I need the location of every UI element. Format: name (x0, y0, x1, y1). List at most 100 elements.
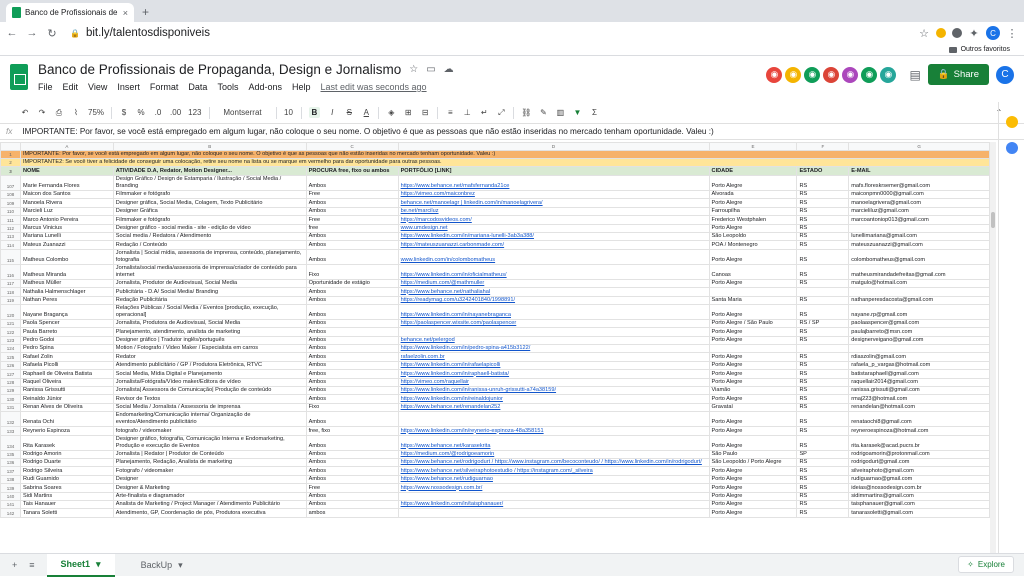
cell[interactable]: sidimmartins@gmail.com (849, 492, 990, 500)
row-number[interactable]: 107 (1, 176, 21, 191)
cell[interactable] (797, 288, 849, 296)
vertical-scrollbar[interactable] (990, 142, 996, 553)
column-header[interactable]: NOME (20, 167, 113, 176)
cell[interactable]: www.linkedin.com/in/colombomatheus (398, 249, 709, 264)
cell[interactable]: lunellimariana@gmail.com (849, 232, 990, 240)
cell[interactable] (709, 288, 797, 296)
cell[interactable]: https://www.linkedin.com/in/rafaelapicol… (398, 361, 709, 369)
cell[interactable]: Tanara Soletti (20, 509, 113, 517)
cell[interactable]: Porto Alegre (709, 492, 797, 500)
doc-title[interactable]: Banco de Profissionais de Propaganda, De… (38, 62, 401, 77)
cell[interactable]: RS (797, 509, 849, 517)
cell[interactable]: Planejamento, atendimento, analista de m… (113, 328, 306, 336)
cell[interactable]: Ambos (306, 353, 398, 361)
column-header[interactable]: PORTFÓLIO [LINK] (398, 167, 709, 176)
row-number[interactable]: 108 (1, 191, 21, 199)
cell[interactable]: Ambos (306, 232, 398, 240)
menu-insert[interactable]: Insert (117, 82, 140, 92)
row-number[interactable]: 128 (1, 378, 21, 386)
row-number[interactable]: 1 (1, 151, 21, 159)
column-header[interactable]: ATIVIDADE D.A, Redator, Motion Designer.… (113, 167, 306, 176)
cell[interactable]: rafaelzolin.com.br (398, 353, 709, 361)
cell[interactable]: Viamão (709, 387, 797, 395)
cell[interactable]: Ambos (306, 207, 398, 215)
column-header[interactable]: E-MAIL (849, 167, 990, 176)
cell[interactable]: Jornalista | Social mídia, assessoria de… (113, 249, 306, 264)
browser-tab[interactable]: Banco de Profissionais de Pro... × (6, 3, 134, 22)
filter-icon[interactable]: ▼ (572, 108, 582, 117)
cell[interactable]: Designer & Marketing (113, 484, 306, 492)
cell[interactable]: Frederico Westphalen (709, 216, 797, 224)
cell[interactable]: RS (797, 475, 849, 483)
column-letter[interactable]: G (849, 143, 990, 151)
cell[interactable]: RS (797, 232, 849, 240)
cell[interactable]: Paula Barreto (20, 328, 113, 336)
important-note[interactable]: IMPORTANTE2: Se você tiver a felicidade … (20, 159, 989, 167)
cell[interactable]: Raquel Oliveira (20, 378, 113, 386)
cell[interactable]: https://www.linkedin.com/in/mariana-lune… (398, 232, 709, 240)
row-number[interactable]: 138 (1, 475, 21, 483)
row-number[interactable]: 2 (1, 159, 21, 167)
formula-bar[interactable]: fx IMPORTANTE: Por favor, se você está e… (0, 124, 1024, 140)
extension-icon[interactable] (936, 28, 946, 38)
italic-button[interactable]: I (327, 108, 337, 117)
cell[interactable]: https://mateuszuanazzi.carbonmade.com/ (398, 241, 709, 249)
cell[interactable]: https://www.behance.net/rodrigodurt / ht… (398, 458, 709, 466)
cell[interactable]: silveiraphoto@gmail.com (849, 467, 990, 475)
functions-icon[interactable]: Σ (589, 108, 599, 117)
cell[interactable]: Publicitária - D.A/ Social Media/ Brandi… (113, 288, 306, 296)
cell[interactable]: Ambos (306, 319, 398, 327)
cell[interactable]: Sabrina Soares (20, 484, 113, 492)
cell[interactable]: Ambos (306, 450, 398, 458)
tasks-icon[interactable] (1006, 142, 1018, 154)
cell[interactable]: Rodrigo Amorin (20, 450, 113, 458)
cell[interactable]: rmaj223@hotmail.com (849, 395, 990, 403)
cell[interactable]: Mariana Lunelli (20, 232, 113, 240)
row-number[interactable]: 113 (1, 232, 21, 240)
font-size-select[interactable]: 10 (284, 108, 294, 117)
cell[interactable]: behance.net/manoelagr | linkedin.com/in/… (398, 199, 709, 207)
cell[interactable]: Porto Alegre (709, 304, 797, 319)
cell[interactable]: Reinaldo Júnior (20, 395, 113, 403)
cell[interactable]: https://www.behance.net/mafsfernanda21ce (398, 176, 709, 191)
cell[interactable] (398, 509, 709, 517)
cell[interactable]: behance.net/pelergod (398, 336, 709, 344)
cell[interactable]: RS (797, 224, 849, 232)
cell[interactable]: Rita Karasek (20, 435, 113, 450)
cell[interactable]: Porto Alegre (709, 199, 797, 207)
row-number[interactable]: 116 (1, 264, 21, 279)
cell[interactable]: RS (797, 378, 849, 386)
cell[interactable]: Santa Maria (709, 296, 797, 304)
cell[interactable]: Porto Alegre (709, 361, 797, 369)
cell[interactable]: https://www.behance.net/renandelan252 (398, 403, 709, 411)
cell[interactable]: São Paulo (709, 450, 797, 458)
cell[interactable]: Raphaell de Oliveira Batista (20, 370, 113, 378)
avatar[interactable]: C (986, 26, 1000, 40)
cell[interactable]: Nathan Peres (20, 296, 113, 304)
cell[interactable]: Renata Ochi (20, 412, 113, 427)
last-edit-link[interactable]: Last edit was seconds ago (321, 82, 427, 92)
cell[interactable]: free (306, 224, 398, 232)
cell[interactable]: https://marcodosvideos.com/ (398, 216, 709, 224)
cell[interactable]: https://medium.com/@rodrigoeamorin (398, 450, 709, 458)
row-number[interactable]: 142 (1, 509, 21, 517)
avatar[interactable]: C (996, 66, 1014, 84)
cell[interactable]: Designer gráfico - social media - site -… (113, 224, 306, 232)
add-sheet-button[interactable]: + (12, 560, 17, 570)
cell[interactable]: be.net/marciluz (398, 207, 709, 215)
cell[interactable]: Ambos (306, 387, 398, 395)
column-letter[interactable]: A (20, 143, 113, 151)
menu-tools[interactable]: Tools (217, 82, 238, 92)
cell[interactable]: Porto Alegre (709, 509, 797, 517)
cell[interactable]: Ambos (306, 370, 398, 378)
cell[interactable]: rafaela_p_vargas@hotmail.com (849, 361, 990, 369)
cell[interactable]: Fotografo / videomaker (113, 467, 306, 475)
cell[interactable]: rodrigodurt@gmail.com (849, 458, 990, 466)
row-number[interactable]: 140 (1, 492, 21, 500)
cell[interactable]: https://www.linkedin.com/in/reynerio-esp… (398, 427, 709, 435)
cell[interactable]: Design Gráfico / Design de Estamparia / … (113, 176, 306, 191)
row-number[interactable]: 124 (1, 345, 21, 353)
cell[interactable]: https://www.linkedin.com/in/ranissa-unru… (398, 387, 709, 395)
cell[interactable]: Jornalista| Assessora de Comunicação| Pr… (113, 387, 306, 395)
scrollbar-thumb[interactable] (991, 212, 995, 228)
